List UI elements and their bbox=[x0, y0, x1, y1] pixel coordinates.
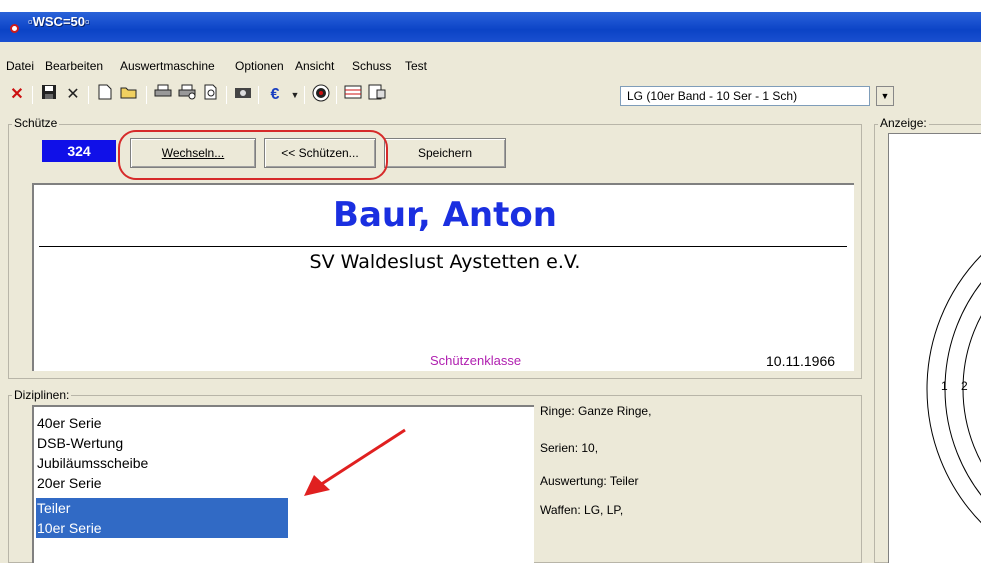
menu-auswertmaschine[interactable]: Auswertmaschine bbox=[120, 59, 215, 73]
toolbar-separator bbox=[226, 86, 227, 104]
menu-ansicht[interactable]: Ansicht bbox=[295, 59, 334, 73]
list-item-selected[interactable]: Teiler bbox=[36, 498, 288, 518]
disciplines-group-label: Diziplinen: bbox=[12, 388, 72, 402]
print-setup-icon[interactable] bbox=[176, 84, 198, 106]
toolbar-separator bbox=[304, 86, 305, 104]
toolbar-separator bbox=[32, 86, 33, 104]
annotation-arrow-icon bbox=[304, 428, 406, 496]
save-button[interactable]: Speichern bbox=[384, 138, 506, 168]
toolbar-separator bbox=[88, 86, 89, 104]
shooter-name: Baur, Anton bbox=[333, 195, 557, 235]
menu-datei[interactable]: Datei bbox=[6, 59, 34, 73]
toolbar-separator bbox=[336, 86, 337, 104]
delete-x-icon[interactable]: ✕ bbox=[62, 84, 84, 106]
close-red-x-icon[interactable]: ✕ bbox=[6, 84, 28, 106]
ring-label: 1 bbox=[941, 379, 948, 393]
list-item-selected[interactable]: 10er Serie bbox=[36, 518, 288, 538]
camera-icon[interactable] bbox=[232, 84, 254, 106]
menu-bar: Datei Bearbeiten Auswertmaschine Optione… bbox=[0, 55, 981, 77]
menu-bearbeiten[interactable]: Bearbeiten bbox=[45, 59, 103, 73]
print-icon[interactable] bbox=[152, 84, 174, 106]
menu-schuss[interactable]: Schuss bbox=[352, 59, 391, 73]
new-icon[interactable] bbox=[94, 84, 116, 106]
open-folder-icon[interactable] bbox=[118, 84, 140, 106]
discipline-select[interactable]: LG (10er Band - 10 Ser - 1 Sch) bbox=[620, 86, 870, 106]
euro-icon[interactable]: € bbox=[264, 84, 286, 106]
shooter-id: 324 bbox=[42, 140, 116, 162]
title-bar: ▫WSC=50▫ bbox=[0, 0, 981, 42]
detail-series: Serien: 10, bbox=[540, 441, 599, 455]
ring-label: 2 bbox=[961, 379, 968, 393]
app-icon[interactable] bbox=[10, 24, 19, 33]
properties-icon[interactable] bbox=[366, 84, 388, 106]
detail-weapons: Waffen: LG, LP, bbox=[540, 503, 624, 517]
toolbar-separator bbox=[146, 86, 147, 104]
shooter-class: Schützenklasse bbox=[430, 353, 522, 368]
list-icon[interactable] bbox=[342, 84, 364, 106]
anzeige-group-label: Anzeige: bbox=[878, 116, 929, 130]
shooter-info-panel: Baur, Anton SV Waldeslust Aystetten e.V.… bbox=[32, 183, 854, 371]
divider bbox=[39, 246, 847, 247]
dropdown-arrow-icon[interactable]: ▼ bbox=[284, 84, 306, 106]
target-display: 1 2 bbox=[888, 133, 981, 563]
toolbar-separator bbox=[258, 86, 259, 104]
print-preview-icon[interactable] bbox=[200, 84, 222, 106]
window-title: ▫WSC=50▫ bbox=[28, 14, 90, 29]
target-rings bbox=[926, 254, 981, 524]
disciplines-list[interactable]: 40er Serie DSB-Wertung Jubiläumsscheibe … bbox=[32, 405, 534, 563]
detail-evaluation: Auswertung: Teiler bbox=[540, 474, 639, 488]
annotation-ellipse bbox=[118, 130, 388, 180]
list-item[interactable]: 40er Serie bbox=[36, 413, 288, 433]
shooter-group-label: Schütze bbox=[12, 116, 60, 130]
list-item[interactable]: 20er Serie bbox=[36, 473, 288, 493]
list-item[interactable]: DSB-Wertung bbox=[36, 433, 288, 453]
list-item[interactable]: Jubiläumsscheibe bbox=[36, 453, 288, 473]
menu-optionen[interactable]: Optionen bbox=[235, 59, 284, 73]
shooter-club: SV Waldeslust Aystetten e.V. bbox=[309, 251, 581, 273]
menu-test[interactable]: Test bbox=[405, 59, 427, 73]
detail-rings: Ringe: Ganze Ringe, bbox=[540, 404, 652, 418]
save-icon[interactable] bbox=[38, 84, 60, 106]
shooter-birthdate: 10.11.1966 bbox=[766, 353, 836, 369]
chevron-down-icon[interactable]: ▼ bbox=[876, 86, 894, 106]
target-icon[interactable] bbox=[310, 84, 332, 106]
